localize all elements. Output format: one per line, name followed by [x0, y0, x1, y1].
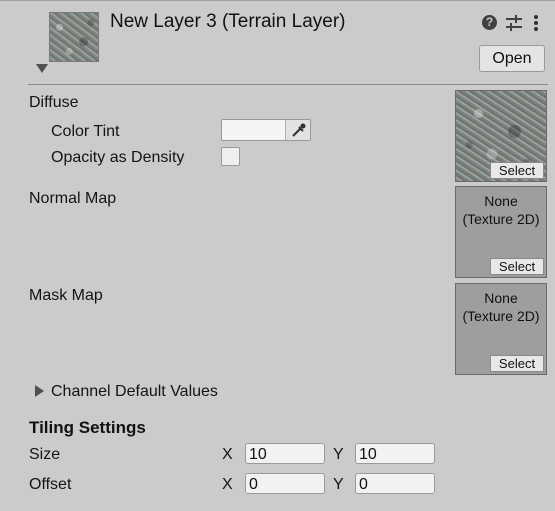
diffuse-label: Diffuse	[29, 94, 79, 111]
mask-map-label: Mask Map	[29, 287, 103, 304]
open-button[interactable]: Open	[479, 45, 545, 72]
mask-map-select-button[interactable]: Select	[490, 355, 544, 372]
size-y-input[interactable]: 10	[355, 443, 435, 464]
help-icon[interactable]: ?	[482, 15, 497, 30]
offset-label: Offset	[29, 476, 72, 493]
offset-y-label: Y	[333, 476, 344, 493]
terrain-layer-thumbnail	[49, 12, 99, 62]
offset-x-input[interactable]: 0	[245, 473, 325, 494]
diffuse-select-button[interactable]: Select	[490, 162, 544, 179]
top-border	[0, 0, 555, 1]
foldout-arrow-icon[interactable]	[35, 385, 44, 397]
header-separator	[28, 84, 548, 85]
opacity-as-density-label: Opacity as Density	[51, 149, 185, 166]
size-y-label: Y	[333, 446, 344, 463]
size-x-label: X	[222, 446, 233, 463]
presets-icon[interactable]	[505, 14, 523, 32]
size-x-input[interactable]: 10	[245, 443, 325, 464]
opacity-as-density-checkbox[interactable]	[221, 147, 240, 166]
normal-map-label: Normal Map	[29, 190, 117, 207]
tiling-settings-heading: Tiling Settings	[29, 418, 146, 437]
color-tint-label: Color Tint	[51, 123, 120, 140]
offset-x-label: X	[222, 476, 233, 493]
mask-map-texture-name: None (Texture 2D)	[462, 290, 540, 324]
eyedropper-icon[interactable]	[285, 120, 310, 140]
offset-y-input[interactable]: 0	[355, 473, 435, 494]
kebab-menu-icon[interactable]	[533, 14, 539, 32]
mask-map-texture-slot[interactable]: None (Texture 2D) Select	[455, 283, 547, 375]
inspector-title: New Layer 3 (Terrain Layer)	[110, 11, 346, 32]
normal-map-texture-name: None (Texture 2D)	[462, 193, 540, 227]
size-label: Size	[29, 446, 61, 463]
diffuse-texture-slot[interactable]: Select	[455, 90, 547, 182]
normal-map-select-button[interactable]: Select	[490, 258, 544, 275]
foldout-arrow-icon[interactable]	[36, 64, 48, 73]
channel-default-values-foldout[interactable]: Channel Default Values	[51, 383, 218, 401]
normal-map-texture-slot[interactable]: None (Texture 2D) Select	[455, 186, 547, 278]
color-tint-field[interactable]	[221, 119, 311, 141]
